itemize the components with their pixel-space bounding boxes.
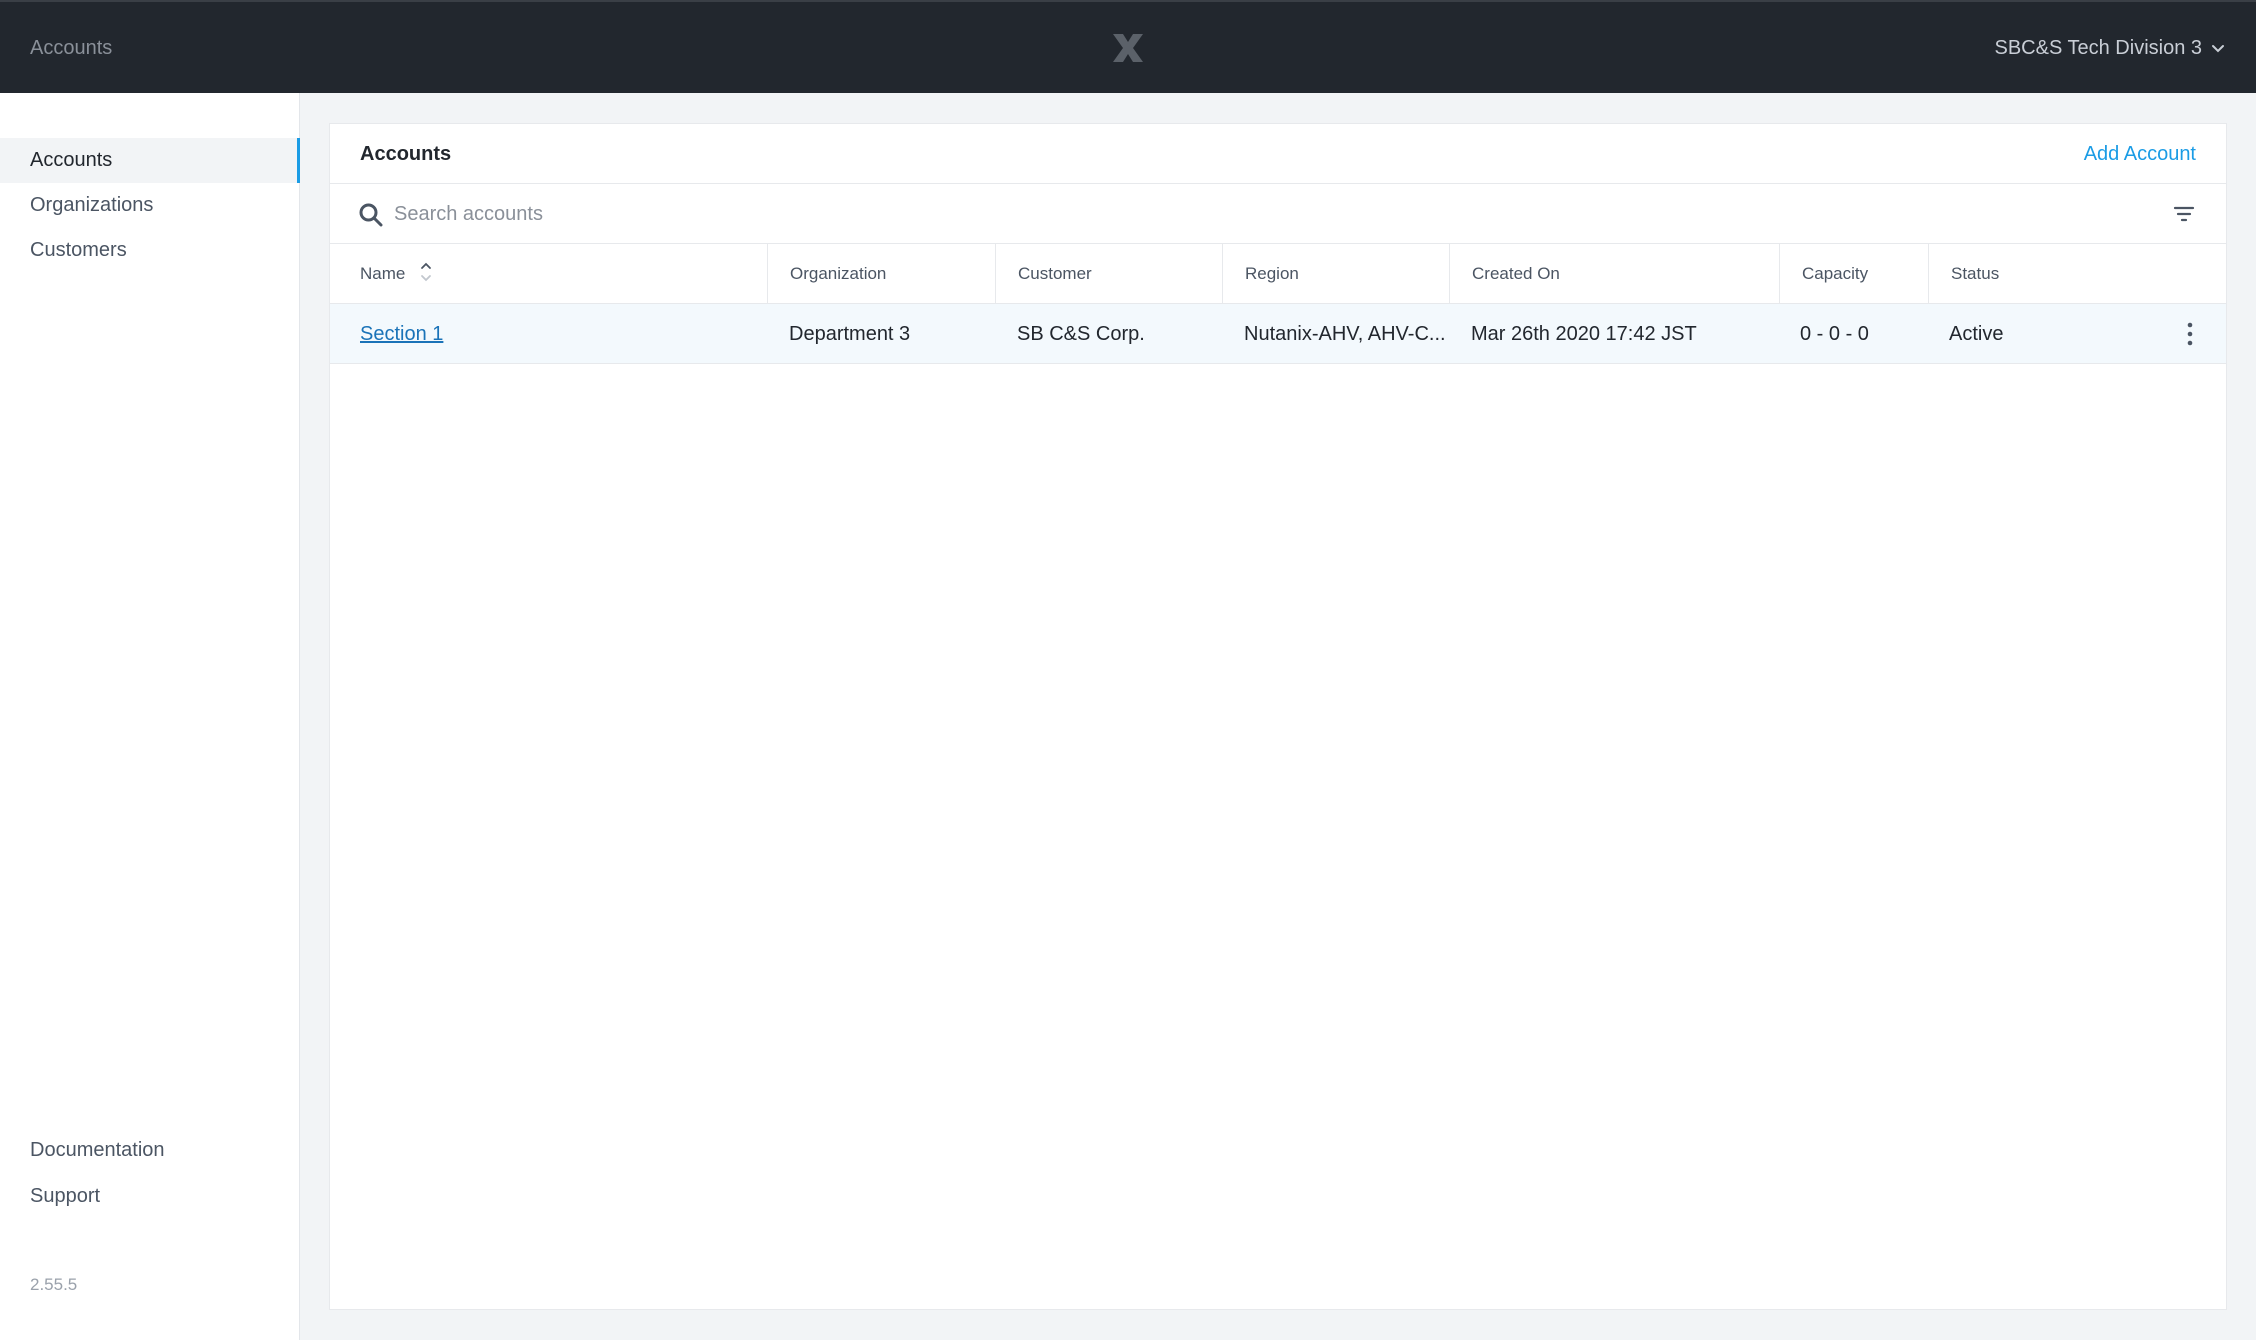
documentation-link[interactable]: Documentation [30,1139,165,1162]
more-actions-icon[interactable] [2184,320,2196,348]
cell-region: Nutanix-AHV, AHV-C... [1244,323,1446,345]
column-header-organization[interactable]: Organization [767,244,995,304]
panel-header: Accounts Add Account [330,124,2226,184]
column-header-capacity[interactable]: Capacity [1779,244,1928,304]
search-icon [359,203,383,227]
cell-organization: Department 3 [789,323,911,345]
app-title: Accounts [30,37,113,59]
sort-ascending-icon[interactable] [418,259,434,285]
table-header: Name Organization Customer Region Create… [330,244,2226,304]
column-header-region[interactable]: Region [1222,244,1449,304]
tenant-label: SBC&S Tech Division 3 [1994,37,2203,59]
tenant-switcher[interactable]: SBC&S Tech Division 3 [1995,2,2227,95]
sidebar-item-accounts[interactable]: Accounts [0,138,300,183]
support-link[interactable]: Support [30,1185,100,1208]
sidebar-item-organizations[interactable]: Organizations [0,183,300,228]
search-bar [330,184,2226,244]
cell-status: Active [1949,323,2004,345]
cell-capacity: 0 - 0 - 0 [1800,323,1869,345]
sidebar-item-customers[interactable]: Customers [0,228,300,273]
page-title: Accounts [360,143,452,165]
filter-icon[interactable] [2172,202,2196,226]
cell-customer: SB C&S Corp. [1017,323,1145,345]
cell-created-on: Mar 26th 2020 17:42 JST [1471,323,1697,345]
add-account-button[interactable]: Add Account [2084,124,2196,184]
chevron-down-icon [2212,44,2224,52]
sidebar: Accounts Organizations Customers Documen… [0,93,300,1340]
top-bar: Accounts SBC&S Tech Division 3 [0,0,2256,93]
nutanix-x-icon[interactable] [1110,32,1146,64]
account-name-link[interactable]: Section 1 [360,304,750,364]
table-row[interactable]: Section 1 Department 3 SB C&S Corp. Nuta… [330,304,2226,364]
search-input[interactable] [394,196,1894,232]
column-header-created-on[interactable]: Created On [1449,244,1779,304]
accounts-panel: Accounts Add Account Name Organization C… [329,123,2227,1310]
column-header-status[interactable]: Status [1928,244,2226,304]
column-header-customer[interactable]: Customer [995,244,1222,304]
version-label: 2.55.5 [30,1275,78,1294]
column-header-name[interactable]: Name [330,244,767,304]
column-header-label: Name [360,264,406,283]
